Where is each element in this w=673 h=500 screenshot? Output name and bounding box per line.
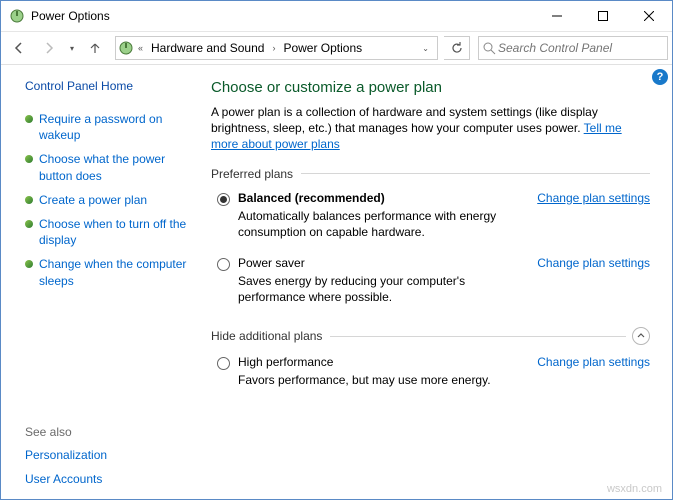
plan-name: Balanced (recommended): [238, 191, 529, 205]
history-dropdown[interactable]: ▾: [65, 44, 79, 53]
divider: [301, 173, 650, 174]
search-input[interactable]: [496, 40, 663, 56]
collapse-icon[interactable]: [632, 327, 650, 345]
toolbar: ▾ « Hardware and Sound › Power Options ⌄: [1, 31, 672, 65]
plan-name: High performance: [238, 355, 491, 369]
plan-balanced: Balanced (recommended) Automatically bal…: [211, 191, 650, 240]
bullet-icon: [25, 220, 33, 228]
change-plan-settings-link[interactable]: Change plan settings: [537, 256, 650, 305]
address-dropdown[interactable]: ⌄: [416, 44, 435, 53]
sidebar-link-sleep[interactable]: Change when the computer sleeps: [39, 256, 189, 288]
see-also-user-accounts[interactable]: User Accounts: [25, 471, 189, 487]
section-label: Hide additional plans: [211, 329, 322, 343]
radio-high-performance[interactable]: [217, 357, 230, 370]
bullet-icon: [25, 155, 33, 163]
plan-power-saver: Power saver Saves energy by reducing you…: [211, 256, 650, 305]
sidebar-link-display-off[interactable]: Choose when to turn off the display: [39, 216, 189, 248]
window-title: Power Options: [31, 9, 110, 23]
breadcrumb-item[interactable]: Hardware and Sound: [147, 41, 268, 55]
page-heading: Choose or customize a power plan: [211, 79, 650, 96]
sidebar-link-create-plan[interactable]: Create a power plan: [39, 192, 147, 208]
back-button[interactable]: [5, 34, 33, 62]
change-plan-settings-link[interactable]: Change plan settings: [537, 355, 650, 388]
bullet-icon: [25, 115, 33, 123]
breadcrumb-item[interactable]: Power Options: [279, 41, 366, 55]
refresh-button[interactable]: [444, 36, 470, 60]
main-content: ? Choose or customize a power plan A pow…: [201, 65, 672, 499]
up-button[interactable]: [81, 34, 109, 62]
sidebar: Control Panel Home Require a password on…: [1, 65, 201, 499]
address-bar[interactable]: « Hardware and Sound › Power Options ⌄: [115, 36, 438, 60]
plan-description: Favors performance, but may use more ene…: [238, 372, 491, 388]
sidebar-link-power-button[interactable]: Choose what the power button does: [39, 151, 189, 183]
control-panel-home-link[interactable]: Control Panel Home: [25, 79, 189, 93]
plan-description: Saves energy by reducing your computer's…: [238, 273, 529, 305]
page-description: A power plan is a collection of hardware…: [211, 104, 650, 153]
radio-balanced[interactable]: [217, 193, 230, 206]
divider: [330, 336, 626, 337]
watermark: wsxdn.com: [607, 483, 662, 495]
power-options-icon: [118, 40, 134, 56]
bullet-icon: [25, 260, 33, 268]
titlebar: Power Options: [1, 1, 672, 31]
description-text: A power plan is a collection of hardware…: [211, 105, 598, 135]
plan-high-performance: High performance Favors performance, but…: [211, 355, 650, 388]
maximize-button[interactable]: [580, 1, 626, 31]
section-label: Preferred plans: [211, 167, 293, 181]
close-button[interactable]: [626, 1, 672, 31]
power-options-icon: [9, 8, 25, 24]
plan-description: Automatically balances performance with …: [238, 208, 529, 240]
change-plan-settings-link[interactable]: Change plan settings: [537, 191, 650, 240]
bullet-icon: [25, 196, 33, 204]
plan-name: Power saver: [238, 256, 529, 270]
sidebar-link-password[interactable]: Require a password on wakeup: [39, 111, 189, 143]
preferred-plans-header: Preferred plans: [211, 167, 650, 181]
see-also-label: See also: [25, 425, 189, 439]
chevron-left-icon: «: [138, 43, 143, 53]
search-box[interactable]: [478, 36, 668, 60]
additional-plans-header[interactable]: Hide additional plans: [211, 327, 650, 345]
radio-power-saver[interactable]: [217, 258, 230, 271]
help-icon[interactable]: ?: [652, 69, 668, 85]
search-icon: [483, 42, 496, 55]
forward-button[interactable]: [35, 34, 63, 62]
body: Control Panel Home Require a password on…: [1, 65, 672, 499]
see-also-personalization[interactable]: Personalization: [25, 447, 189, 463]
minimize-button[interactable]: [534, 1, 580, 31]
chevron-right-icon: ›: [272, 43, 275, 53]
